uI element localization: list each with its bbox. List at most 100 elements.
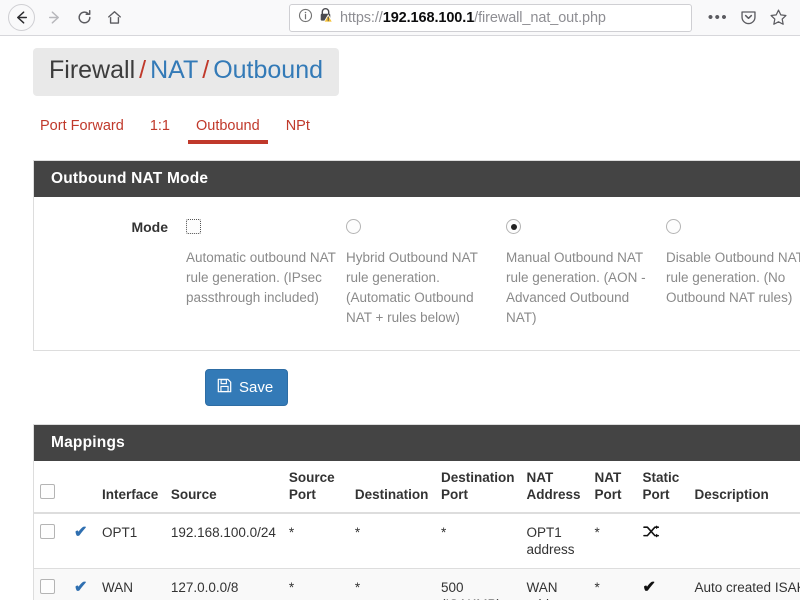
enabled-column-header: [68, 460, 96, 514]
row-static-port: [636, 512, 689, 569]
row-destination-port: 500 (ISAKMP): [435, 568, 521, 600]
row-select-cell: [34, 512, 68, 569]
tab-outbound[interactable]: Outbound: [188, 118, 268, 144]
url-path: /firewall_nat_out.php: [474, 9, 606, 26]
page-info-icon[interactable]: [298, 8, 313, 28]
mode-radio-hybrid-line: [346, 215, 506, 239]
tab-port-forward[interactable]: Port Forward: [40, 118, 124, 144]
source-port-column-header[interactable]: Source Port: [282, 460, 349, 514]
row-static-port: ✔: [636, 568, 689, 600]
mode-option-automatic-label: Automatic outbound NAT rule generation. …: [186, 249, 336, 305]
check-black-icon: ✔: [642, 578, 656, 596]
mappings-table-head: Interface Source Source Port Destination…: [34, 460, 800, 514]
url-bar-icons: [298, 7, 334, 28]
mode-options-group: Automatic outbound NAT rule generation. …: [186, 215, 800, 328]
destination-column-header[interactable]: Destination: [348, 460, 435, 514]
forward-button[interactable]: [39, 3, 69, 33]
breadcrumb-container: Firewall / NAT / Outbound: [0, 36, 800, 96]
save-button[interactable]: Save: [205, 368, 289, 406]
url-bar[interactable]: https://192.168.100.1/firewall_nat_out.p…: [289, 3, 692, 32]
url-scheme: https://: [340, 9, 383, 26]
row-destination: *: [348, 512, 435, 569]
row-interface: OPT1: [96, 512, 165, 569]
ellipsis-menu-icon[interactable]: •••: [704, 4, 732, 32]
row-destination: *: [348, 568, 435, 600]
mappings-panel: Mappings Interface Source Source Port De…: [33, 423, 800, 600]
breadcrumb-separator: /: [139, 56, 147, 84]
url-text: https://192.168.100.1/firewall_nat_out.p…: [340, 10, 606, 26]
breadcrumb-root: Firewall: [49, 56, 136, 84]
table-row[interactable]: ✔ WAN 127.0.0.0/8 * * 500 (ISAKMP) WAN a…: [34, 568, 800, 600]
floppy-disk-save-icon: [217, 378, 232, 397]
bookmark-star-icon[interactable]: [764, 4, 792, 32]
insecure-lock-warning-icon[interactable]: [318, 7, 334, 28]
mode-option-disable[interactable]: Disable Outbound NAT rule generation. (N…: [666, 215, 800, 328]
row-nat-port: *: [588, 512, 637, 569]
row-destination-port: *: [435, 512, 521, 569]
select-all-header: [34, 460, 68, 514]
mode-option-hybrid-label: Hybrid Outbound NAT rule generation. (Au…: [346, 249, 478, 325]
description-column-header[interactable]: Description: [688, 460, 800, 514]
nat-port-column-header[interactable]: NAT Port: [588, 460, 637, 514]
row-enabled-cell: ✔: [68, 512, 96, 569]
breadcrumb-separator-2: /: [202, 56, 210, 84]
static-port-column-header[interactable]: Static Port: [636, 460, 689, 514]
nat-address-column-header[interactable]: NAT Address: [520, 460, 589, 514]
row-enabled-cell: ✔: [68, 568, 96, 600]
mappings-header-row: Interface Source Source Port Destination…: [34, 460, 800, 514]
nat-tab-bar: Port Forward 1:1 Outbound NPt: [40, 118, 800, 144]
page-content: Firewall / NAT / Outbound Port Forward 1:1 O…: [0, 36, 800, 600]
mode-radio-disable-line: [666, 215, 800, 239]
mode-option-manual-label: Manual Outbound NAT rule generation. (AO…: [506, 249, 646, 325]
interface-column-header[interactable]: Interface: [96, 460, 165, 514]
row-source: 127.0.0.0/8: [164, 568, 283, 600]
row-nat-address: OPT1 address: [520, 512, 589, 569]
radio-manual[interactable]: [506, 219, 521, 234]
row-source-port: *: [282, 512, 349, 569]
row-nat-port: *: [588, 568, 637, 600]
row-source: 192.168.100.0/24: [164, 512, 283, 569]
mappings-table: Interface Source Source Port Destination…: [34, 460, 800, 600]
random-shuffle-icon: [642, 524, 660, 543]
destination-port-column-header[interactable]: Destination Port: [435, 460, 521, 514]
radio-disable[interactable]: [666, 219, 681, 234]
outbound-nat-mode-panel: Outbound NAT Mode Mode Automatic outboun…: [33, 159, 800, 351]
tab-one-to-one[interactable]: 1:1: [150, 118, 170, 144]
browser-toolbar-right: •••: [698, 4, 792, 32]
mappings-table-body: ✔ OPT1 192.168.100.0/24 * * * OPT1 addre…: [34, 512, 800, 600]
check-blue-icon[interactable]: ✔: [74, 524, 87, 541]
mode-option-manual[interactable]: Manual Outbound NAT rule generation. (AO…: [506, 215, 666, 328]
row-checkbox[interactable]: [40, 523, 55, 539]
mode-option-hybrid[interactable]: Hybrid Outbound NAT rule generation. (Au…: [346, 215, 506, 328]
row-description: Auto created ISAKMP: [688, 568, 800, 600]
select-all-checkbox[interactable]: [40, 483, 55, 499]
save-button-container: Save: [205, 368, 800, 406]
row-select-cell: [34, 568, 68, 600]
mode-field-row: Mode Automatic outbound NAT rule generat…: [34, 197, 800, 350]
row-source-port: *: [282, 568, 349, 600]
mode-option-disable-label: Disable Outbound NAT rule generation. (N…: [666, 249, 800, 305]
radio-automatic[interactable]: [186, 219, 201, 234]
radio-hybrid[interactable]: [346, 219, 361, 234]
reload-button[interactable]: [69, 3, 99, 33]
breadcrumb-link-outbound[interactable]: Outbound: [213, 56, 323, 84]
breadcrumb-link-nat[interactable]: NAT: [150, 56, 198, 84]
mode-radio-manual-line: [506, 215, 666, 239]
outbound-nat-mode-panel-title: Outbound NAT Mode: [34, 160, 800, 197]
source-column-header[interactable]: Source: [164, 460, 283, 514]
row-checkbox[interactable]: [40, 578, 55, 594]
row-description: [688, 512, 800, 569]
check-blue-icon[interactable]: ✔: [74, 579, 87, 596]
mode-radio-automatic-line: [186, 215, 346, 239]
browser-toolbar: https://192.168.100.1/firewall_nat_out.p…: [0, 0, 800, 36]
mode-field-label: Mode: [131, 218, 168, 235]
table-row[interactable]: ✔ OPT1 192.168.100.0/24 * * * OPT1 addre…: [34, 512, 800, 569]
home-button[interactable]: [99, 3, 129, 33]
url-host: 192.168.100.1: [382, 9, 475, 26]
breadcrumb: Firewall / NAT / Outbound: [33, 48, 340, 96]
row-interface: WAN: [96, 568, 165, 600]
mode-option-automatic[interactable]: Automatic outbound NAT rule generation. …: [186, 215, 346, 328]
back-button[interactable]: [8, 4, 35, 31]
tab-npt[interactable]: NPt: [286, 118, 310, 144]
pocket-save-icon[interactable]: [734, 4, 762, 32]
